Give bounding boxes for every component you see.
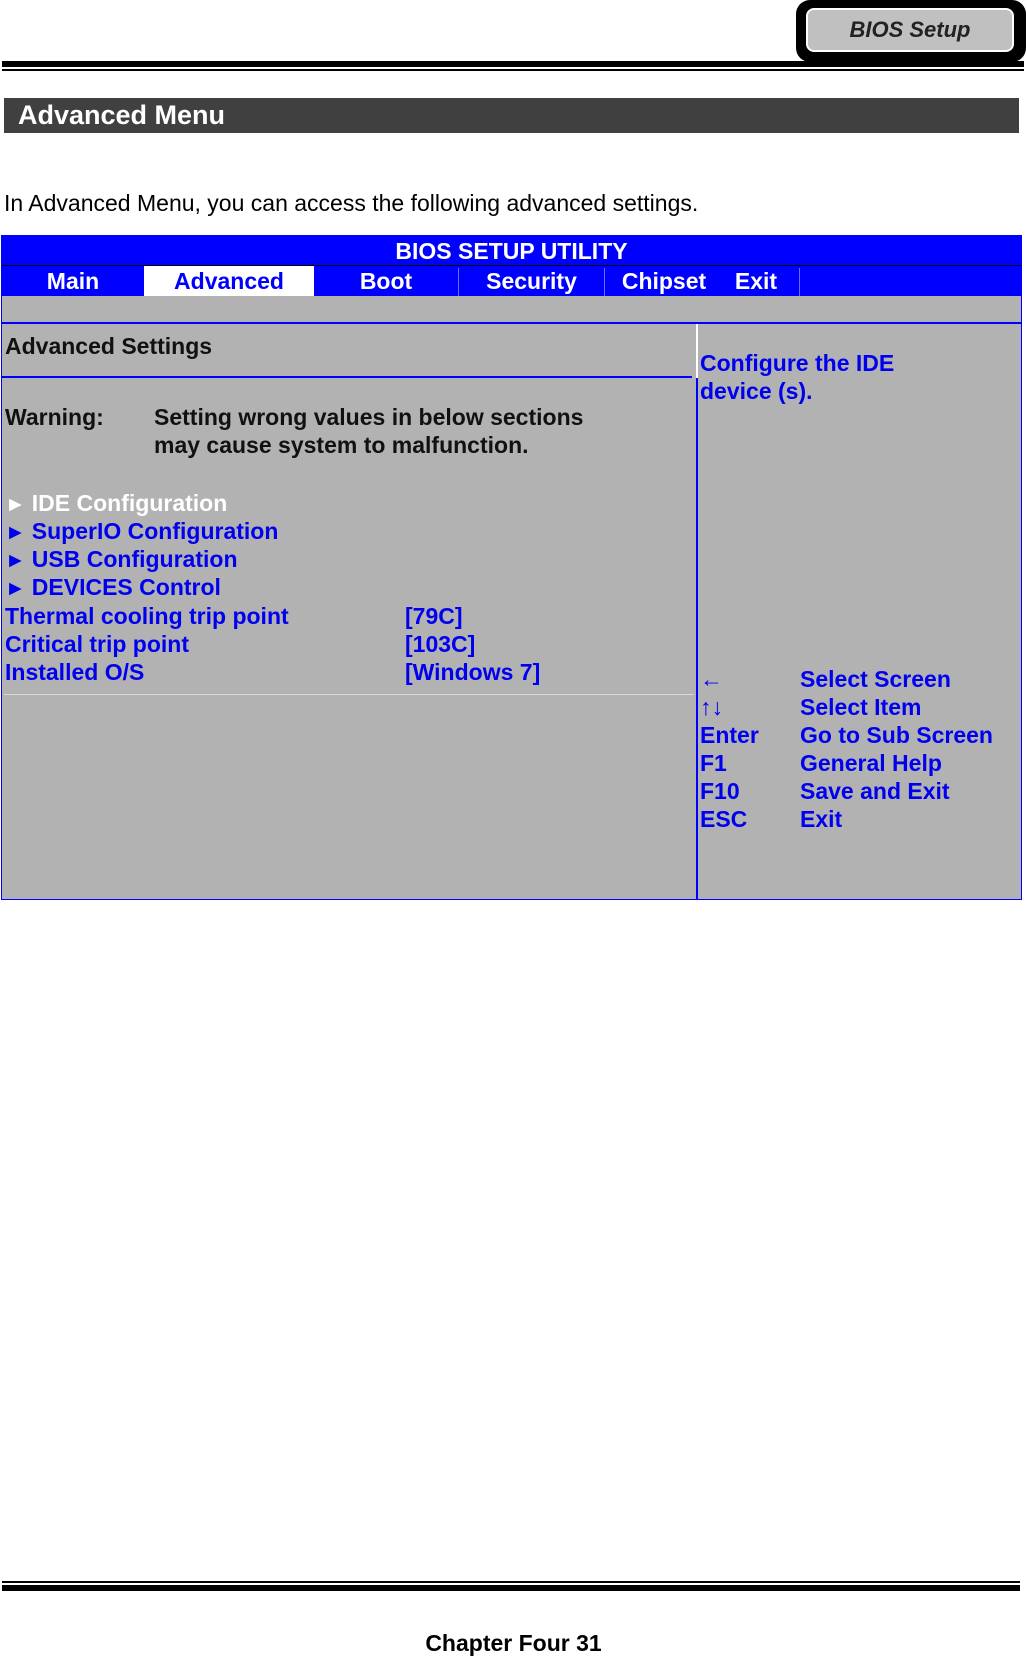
submenu-arrow-icon: ► <box>5 493 26 516</box>
submenu-ide-configuration[interactable]: ► IDE Configuration <box>5 490 227 517</box>
section-title: Advanced Menu <box>4 98 1019 133</box>
setting-critical-trip-value[interactable]: [103C] <box>405 631 475 658</box>
key-action-exit: Exit <box>800 806 843 832</box>
key-action-save-exit: Save and Exit <box>800 778 950 804</box>
setting-thermal-cooling-label[interactable]: Thermal cooling trip point <box>5 603 289 630</box>
help-text-line2: device (s). <box>700 378 813 404</box>
bios-title-bar: BIOS SETUP UTILITY <box>2 236 1021 266</box>
page-footer: Chapter Four 31 <box>425 1630 602 1656</box>
key-f10: F10 <box>700 778 740 804</box>
setting-installed-os-label[interactable]: Installed O/S <box>5 659 144 686</box>
header-rule-thin <box>2 69 1024 71</box>
key-action-select-screen: Select Screen <box>800 666 951 692</box>
header-badge: BIOS Setup <box>804 6 1016 54</box>
warning-text-line1: Setting wrong values in below sections <box>154 404 584 430</box>
footer-rule-thin <box>2 1581 1020 1583</box>
panel-heading: Advanced Settings <box>5 333 213 359</box>
submenu-devices-control[interactable]: ► DEVICES Control <box>5 574 221 601</box>
tab-security[interactable]: Security <box>459 266 604 296</box>
panel-divider <box>696 378 698 900</box>
help-text-line1: Configure the IDE <box>700 350 895 376</box>
submenu-superio-configuration[interactable]: ► SuperIO Configuration <box>5 518 278 545</box>
warning-label: Warning: <box>5 404 104 430</box>
items-bottom-rule <box>4 694 694 695</box>
panel-divider-highlight <box>696 324 698 380</box>
header-rule-thick <box>2 61 1024 67</box>
key-action-general-help: General Help <box>800 750 942 776</box>
tab-boot[interactable]: Boot <box>314 266 458 296</box>
tab-chipset[interactable]: Chipset <box>605 266 723 296</box>
tab-main[interactable]: Main <box>2 266 144 296</box>
tab-separator <box>799 268 800 296</box>
setting-installed-os-value[interactable]: [Windows 7] <box>405 659 540 686</box>
key-action-sub-screen: Go to Sub Screen <box>800 722 993 748</box>
submenu-arrow-icon: ► <box>5 549 26 572</box>
submenu-label: DEVICES Control <box>31 574 221 600</box>
panel-top-rule <box>2 322 1021 324</box>
heading-rule <box>2 376 692 378</box>
submenu-arrow-icon: ► <box>5 577 26 600</box>
bios-screen: BIOS SETUP UTILITY Main Advanced Boot Se… <box>1 235 1022 900</box>
key-action-select-item: Select Item <box>800 694 922 720</box>
tab-bar: Main Advanced Boot Security Chipset Exit <box>2 266 1021 296</box>
tab-exit[interactable]: Exit <box>720 266 792 296</box>
submenu-usb-configuration[interactable]: ► USB Configuration <box>5 546 238 573</box>
setting-thermal-cooling-value[interactable]: [79C] <box>405 603 463 630</box>
intro-text: In Advanced Menu, you can access the fol… <box>4 190 699 216</box>
submenu-label: USB Configuration <box>31 546 238 572</box>
warning-text-line2: may cause system to malfunction. <box>154 432 529 458</box>
submenu-arrow-icon: ► <box>5 521 26 544</box>
key-enter: Enter <box>700 722 759 748</box>
setting-critical-trip-label[interactable]: Critical trip point <box>5 631 189 658</box>
key-f1: F1 <box>700 750 727 776</box>
submenu-label: IDE Configuration <box>31 490 228 516</box>
up-down-arrow-key-icon: ↑↓ <box>700 694 723 720</box>
footer-rule-thick <box>2 1585 1020 1591</box>
submenu-label: SuperIO Configuration <box>31 518 279 544</box>
tab-advanced[interactable]: Advanced <box>144 266 314 296</box>
key-esc: ESC <box>700 806 748 832</box>
left-arrow-key-icon: ← <box>700 666 723 692</box>
